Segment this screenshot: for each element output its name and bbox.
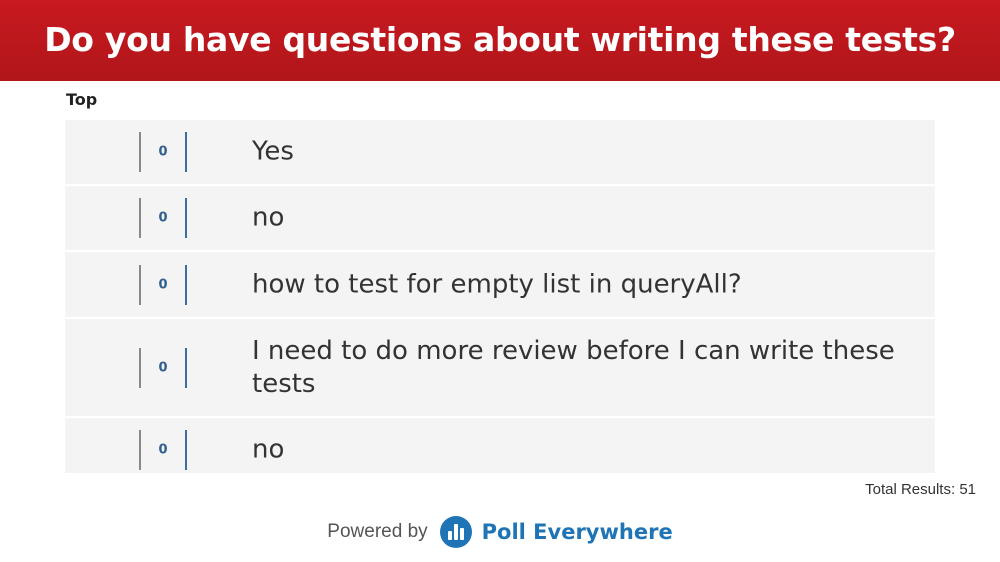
divider-right bbox=[185, 347, 187, 388]
vote-count: 0 bbox=[158, 210, 168, 226]
poll-question-title: Do you have questions about writing thes… bbox=[44, 20, 956, 59]
divider-right bbox=[185, 132, 187, 172]
divider-right bbox=[185, 264, 187, 305]
vote-count: 0 bbox=[158, 360, 168, 375]
response-row: 0 I need to do more review before I can … bbox=[65, 319, 935, 418]
response-row: 0 no bbox=[65, 186, 935, 252]
response-text: I need to do more review before I can wr… bbox=[252, 335, 895, 399]
powered-by-label: Powered by bbox=[327, 521, 428, 542]
vote-count: 0 bbox=[158, 277, 168, 292]
vote-control[interactable]: 0 bbox=[139, 132, 187, 172]
divider-right bbox=[185, 198, 187, 238]
brand-name[interactable]: Poll Everywhere bbox=[482, 520, 673, 544]
response-text: Yes bbox=[252, 136, 294, 167]
response-row: 0 no bbox=[65, 418, 935, 473]
total-results: Total Results: 51 bbox=[865, 481, 976, 498]
footer: Powered by Poll Everywhere bbox=[0, 512, 1000, 552]
vote-count: 0 bbox=[158, 442, 168, 458]
vote-control[interactable]: 0 bbox=[139, 198, 187, 238]
header-banner: Do you have questions about writing thes… bbox=[0, 0, 1000, 81]
response-list: 0 Yes 0 no 0 how to test for empty list … bbox=[65, 120, 935, 473]
vote-control[interactable]: 0 bbox=[139, 347, 187, 388]
divider-right bbox=[185, 430, 187, 470]
response-text: no bbox=[252, 434, 285, 465]
sort-label[interactable]: Top bbox=[66, 90, 97, 109]
response-text: how to test for empty list in queryAll? bbox=[252, 269, 742, 299]
vote-control[interactable]: 0 bbox=[139, 430, 187, 470]
vote-control[interactable]: 0 bbox=[139, 264, 187, 305]
response-row: 0 how to test for empty list in queryAll… bbox=[65, 252, 935, 319]
response-text: no bbox=[252, 202, 285, 233]
poll-everywhere-logo-icon bbox=[439, 516, 472, 548]
vote-count: 0 bbox=[158, 144, 168, 160]
response-row: 0 Yes bbox=[65, 120, 935, 186]
